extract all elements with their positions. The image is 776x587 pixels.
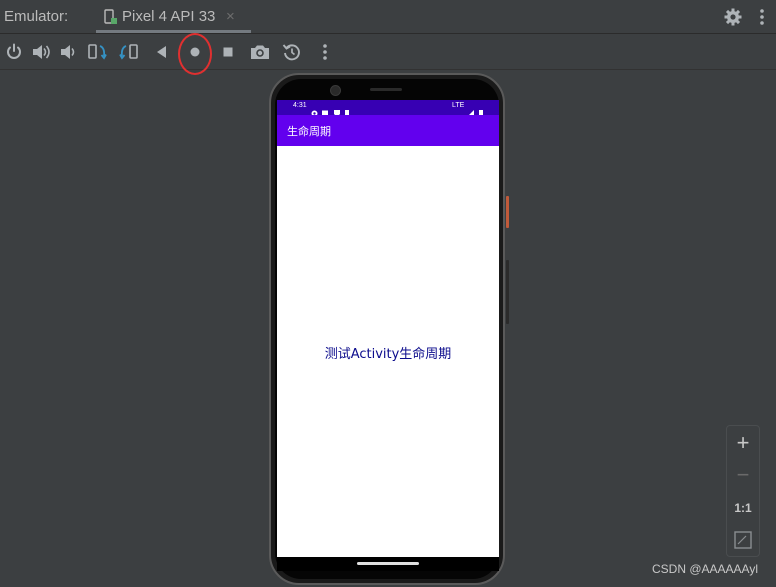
zoom-controls: + − 1:1	[726, 425, 760, 557]
home-circle-icon[interactable]	[184, 41, 206, 63]
signal-battery-icons	[466, 103, 486, 117]
activity-text: 测试Activity生命周期	[324, 347, 452, 362]
status-time: 4:31	[293, 102, 307, 109]
rotate-right-icon[interactable]	[118, 41, 140, 63]
phone-volume-rocker[interactable]	[506, 260, 509, 324]
fit-screen-icon[interactable]	[727, 525, 759, 555]
tab-close-icon[interactable]: ×	[226, 8, 235, 25]
actual-size-button[interactable]: 1:1	[727, 493, 759, 523]
zoom-in-button[interactable]: +	[727, 428, 759, 458]
device-phone-icon	[102, 9, 118, 25]
android-nav-bar	[277, 557, 499, 571]
device-screen[interactable]: 4:31 LTE 生命周期 测试Activity生命周期	[277, 100, 499, 557]
volume-down-icon[interactable]	[57, 41, 79, 63]
camera-icon[interactable]	[249, 41, 271, 63]
volume-up-icon[interactable]	[30, 41, 52, 63]
vertical-dots-icon[interactable]	[755, 6, 769, 28]
status-network: LTE	[452, 102, 465, 109]
tab-pixel-4-api-33[interactable]: Pixel 4 API 33 ×	[96, 0, 251, 33]
tab-label: Pixel 4 API 33	[122, 8, 216, 25]
back-triangle-icon[interactable]	[151, 41, 173, 63]
android-status-bar: 4:31 LTE	[277, 100, 499, 117]
phone-speaker	[370, 88, 402, 91]
power-icon[interactable]	[3, 41, 25, 63]
front-camera	[330, 85, 341, 96]
gear-icon[interactable]	[723, 7, 743, 27]
app-title: 生命周期	[287, 125, 331, 138]
rotate-left-icon[interactable]	[86, 41, 108, 63]
emulator-title-bar: Emulator: Pixel 4 API 33 ×	[0, 0, 776, 34]
emulator-window: Emulator: Pixel 4 API 33 × 4:31 LTE 生命周期…	[0, 0, 776, 587]
vertical-dots-icon[interactable]	[314, 41, 336, 63]
watermark: CSDN @AAAAAAyl	[652, 562, 758, 576]
snapshot-restore-icon[interactable]	[281, 41, 303, 63]
phone-power-button[interactable]	[506, 196, 509, 228]
gesture-handle[interactable]	[357, 562, 419, 565]
app-toolbar: 生命周期	[277, 115, 499, 146]
emulator-toolbar	[0, 34, 776, 70]
overview-square-icon[interactable]	[217, 41, 239, 63]
zoom-out-button[interactable]: −	[727, 460, 759, 490]
notification-icons	[311, 103, 355, 117]
emulator-label: Emulator:	[4, 8, 69, 25]
